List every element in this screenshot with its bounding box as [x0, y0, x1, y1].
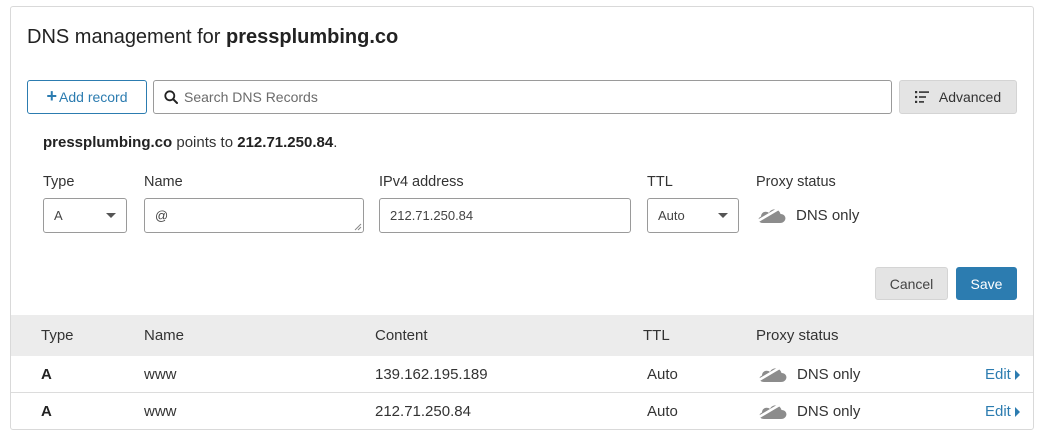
column-header-proxy-status[interactable]: Proxy status — [756, 327, 839, 344]
chevron-right-icon — [1014, 406, 1020, 417]
advanced-button[interactable]: Advanced — [899, 80, 1017, 114]
chevron-down-icon — [718, 213, 728, 218]
search-icon — [164, 90, 178, 104]
edit-label: Edit — [985, 403, 1011, 420]
table-row: A www 212.71.250.84 Auto DNS only Edit — [11, 393, 1033, 429]
edit-record-button[interactable]: Edit — [985, 403, 1020, 420]
table-row: A www 139.162.195.189 Auto DNS only Edit — [11, 356, 1033, 393]
ttl-select-value: Auto — [658, 208, 685, 223]
dns-management-card: DNS management for pressplumbing.co + Ad… — [10, 6, 1034, 430]
cloud-off-icon — [757, 206, 786, 223]
points-to-text: pressplumbing.co points to 212.71.250.84… — [43, 134, 337, 151]
add-record-label: Add record — [59, 89, 128, 105]
points-to-period: . — [333, 134, 338, 151]
cloud-off-icon — [758, 402, 787, 419]
column-header-ttl[interactable]: TTL — [643, 327, 670, 344]
edit-label: Edit — [985, 366, 1011, 383]
cloud-off-icon — [758, 365, 787, 382]
name-input-value: @ — [155, 208, 169, 223]
type-select[interactable]: A — [43, 198, 127, 233]
search-input[interactable] — [184, 89, 864, 105]
edit-record-button[interactable]: Edit — [985, 366, 1020, 383]
proxy-status-toggle[interactable]: DNS only — [756, 205, 859, 225]
type-field-label: Type — [43, 174, 75, 190]
cancel-button[interactable]: Cancel — [875, 267, 948, 300]
chevron-down-icon — [106, 213, 116, 218]
chevron-right-icon — [1014, 369, 1020, 380]
filter-list-icon — [914, 91, 929, 103]
points-to-ip: 212.71.250.84 — [237, 134, 334, 151]
ttl-field-label: TTL — [647, 174, 673, 190]
advanced-label: Advanced — [938, 89, 1002, 105]
column-header-type[interactable]: Type — [41, 327, 74, 344]
save-button[interactable]: Save — [956, 267, 1017, 300]
table-header: Type Name Content TTL Proxy status — [11, 315, 1033, 356]
column-header-name[interactable]: Name — [144, 327, 184, 344]
row-proxy-status: DNS only — [757, 401, 860, 421]
row-name: www — [144, 366, 177, 383]
ttl-select[interactable]: Auto — [647, 198, 739, 233]
title-prefix: DNS management for — [27, 26, 221, 48]
row-ttl: Auto — [647, 403, 678, 420]
row-proxy-status-label: DNS only — [797, 402, 861, 420]
row-content: 212.71.250.84 — [375, 403, 471, 420]
row-proxy-status-label: DNS only — [797, 365, 861, 383]
page-title: DNS management for pressplumbing.co — [27, 26, 398, 49]
type-select-value: A — [54, 208, 63, 223]
points-to-label: points to — [176, 134, 234, 151]
points-to-domain: pressplumbing.co — [43, 134, 173, 151]
row-proxy-status: DNS only — [757, 364, 860, 384]
row-type: A — [41, 366, 52, 383]
row-type: A — [41, 403, 52, 420]
ipv4-address-input[interactable]: 212.71.250.84 — [379, 198, 631, 233]
proxy-status-value: DNS only — [796, 206, 860, 224]
plus-icon: + — [46, 86, 58, 106]
name-input[interactable]: @ — [144, 198, 364, 233]
ipv4-field-label: IPv4 address — [379, 174, 464, 190]
title-domain: pressplumbing.co — [225, 26, 399, 48]
column-header-content[interactable]: Content — [375, 327, 428, 344]
resize-grip-icon[interactable] — [354, 223, 362, 231]
row-ttl: Auto — [647, 366, 678, 383]
search-box[interactable] — [153, 80, 892, 114]
row-name: www — [144, 403, 177, 420]
add-record-button[interactable]: + Add record — [27, 80, 147, 114]
name-field-label: Name — [144, 174, 183, 190]
row-content: 139.162.195.189 — [375, 366, 488, 383]
ipv4-input-value: 212.71.250.84 — [390, 208, 474, 223]
proxy-status-field-label: Proxy status — [756, 174, 836, 190]
